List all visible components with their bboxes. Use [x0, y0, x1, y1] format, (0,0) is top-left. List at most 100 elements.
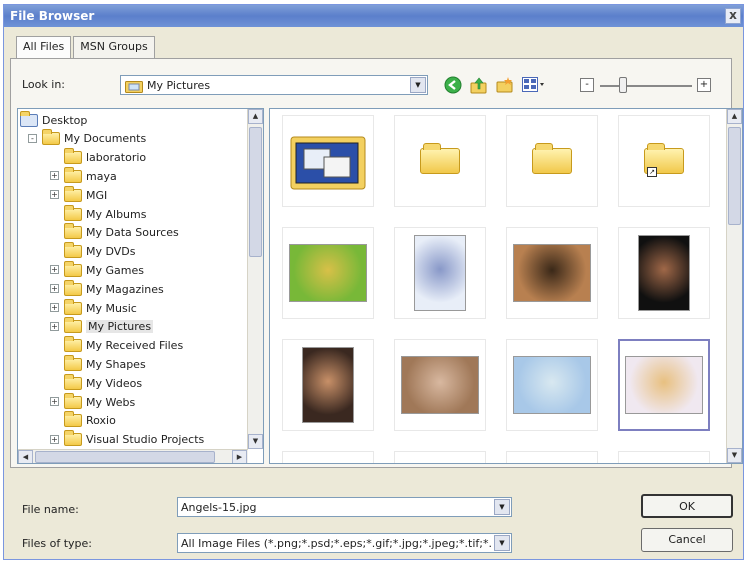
cancel-button[interactable]: Cancel [641, 528, 733, 552]
tree-item[interactable]: My Music [64, 298, 137, 317]
tree-item[interactable]: My Albums [64, 204, 147, 223]
thumbnail-grid[interactable]: ↗ ▲ ▼ [269, 108, 743, 464]
folder-icon [64, 166, 82, 183]
folder-icon [64, 392, 82, 409]
image-thumbnail[interactable] [394, 227, 486, 319]
tree-item[interactable]: My Webs [64, 392, 136, 411]
image-thumbnail[interactable] [506, 339, 598, 431]
image-thumbnail[interactable] [506, 451, 598, 463]
folder-icon [64, 373, 82, 390]
view-menu-icon[interactable] [520, 74, 548, 96]
tree-item-label: My Magazines [86, 282, 164, 296]
tree-expander-icon[interactable]: + [50, 171, 59, 181]
tree-expander-icon[interactable]: + [50, 321, 59, 331]
folder-thumbnail[interactable]: ↗ [618, 115, 710, 207]
tree-item[interactable]: My Videos [64, 373, 142, 392]
image-thumbnail[interactable] [618, 339, 710, 431]
scroll-down-icon[interactable]: ▼ [248, 434, 263, 449]
look-in-value: My Pictures [147, 79, 211, 92]
tree-item[interactable]: My Received Files [64, 336, 184, 355]
image-preview [289, 244, 367, 302]
file-name-label: File name: [22, 503, 79, 516]
tree-item-label: My Albums [86, 207, 147, 221]
pictures-folder-icon [290, 136, 366, 190]
scroll-thumb[interactable] [728, 127, 741, 225]
folder-thumbnail[interactable] [282, 115, 374, 207]
file-name-value: Angels-15.jpg [181, 501, 257, 514]
scroll-right-icon[interactable]: ▶ [232, 450, 247, 463]
tree-item-label: My Documents [64, 132, 147, 146]
tree-item[interactable]: MGI [64, 185, 107, 204]
tree-item[interactable]: maya [64, 166, 117, 185]
tree-item-label: My Webs [86, 395, 136, 409]
tab-msn-groups[interactable]: MSN Groups [73, 36, 155, 58]
tree-item[interactable]: Desktop [20, 110, 87, 129]
folder-tree[interactable]: Desktop - My Documents laboratorio + maya + MGI… [17, 108, 264, 464]
folder-thumbnail[interactable] [506, 115, 598, 207]
tree-item[interactable]: laboratorio [64, 148, 146, 167]
window-title: File Browser [10, 9, 95, 23]
close-button[interactable]: x [725, 8, 741, 24]
look-in-dropdown[interactable]: My Pictures ▼ [120, 75, 428, 95]
scroll-thumb[interactable] [35, 451, 215, 463]
folder-icon [64, 411, 82, 428]
zoom-in-button[interactable]: + [697, 78, 711, 92]
back-icon[interactable] [442, 74, 464, 96]
image-thumbnail[interactable] [394, 339, 486, 431]
tree-item[interactable]: My DVDs [64, 242, 136, 261]
tree-item[interactable]: My Shapes [64, 354, 146, 373]
file-type-select[interactable]: All Image Files (*.png;*.psd;*.eps;*.gif… [177, 533, 512, 553]
tree-item-label: My Received Files [86, 339, 184, 353]
image-thumbnail[interactable] [394, 451, 486, 463]
zoom-slider-thumb[interactable] [619, 77, 627, 93]
chevron-down-icon[interactable]: ▼ [494, 535, 510, 551]
new-folder-icon[interactable] [494, 74, 516, 96]
zoom-out-button[interactable]: - [580, 78, 594, 92]
tree-item[interactable]: My Games [64, 260, 144, 279]
tree-item-label: Roxio [86, 414, 116, 428]
image-thumbnail[interactable] [282, 451, 374, 463]
tree-expander-icon[interactable]: + [50, 303, 59, 312]
tree-item[interactable]: My Pictures [64, 317, 154, 336]
title-bar[interactable]: File Browser x [4, 5, 743, 27]
tree-item[interactable]: My Magazines [64, 279, 164, 298]
image-thumbnail[interactable] [282, 227, 374, 319]
tree-item-label: My Music [86, 301, 137, 315]
tree-expander-icon[interactable]: + [50, 397, 59, 406]
toolbar [442, 74, 552, 96]
image-thumbnail[interactable] [618, 227, 710, 319]
tree-expander-icon[interactable]: - [28, 133, 37, 143]
tree-item[interactable]: My Documents [42, 129, 147, 148]
desktop-icon [20, 110, 38, 127]
scroll-left-icon[interactable]: ◀ [18, 450, 33, 463]
folder-icon [64, 279, 82, 296]
image-thumbnail[interactable] [506, 227, 598, 319]
scroll-down-icon[interactable]: ▼ [727, 448, 742, 463]
tree-item[interactable]: Visual Studio Projects [64, 430, 204, 449]
tree-expander-icon[interactable]: + [50, 265, 59, 275]
folder-icon [64, 185, 82, 202]
tab-all-files[interactable]: All Files [16, 36, 72, 60]
folder-thumbnail[interactable] [394, 115, 486, 207]
file-name-input[interactable]: Angels-15.jpg ▼ [177, 497, 512, 517]
tree-expander-icon[interactable]: + [50, 190, 59, 200]
tree-expander-icon[interactable]: + [50, 284, 59, 294]
tree-item-label: My Pictures [86, 320, 154, 334]
tree-item[interactable]: My Data Sources [64, 223, 179, 242]
scroll-up-icon[interactable]: ▲ [727, 109, 742, 124]
up-folder-icon[interactable] [468, 74, 490, 96]
tree-expander-icon[interactable]: + [50, 434, 59, 444]
folder-icon [64, 336, 82, 353]
tree-item-label: My Shapes [86, 357, 146, 371]
chevron-down-icon[interactable]: ▼ [410, 77, 426, 93]
ok-button[interactable]: OK [641, 494, 733, 518]
scroll-thumb[interactable] [249, 127, 262, 257]
chevron-down-icon[interactable]: ▼ [494, 499, 510, 515]
image-thumbnail[interactable] [282, 339, 374, 431]
image-thumbnail[interactable] [618, 451, 710, 463]
scroll-up-icon[interactable]: ▲ [248, 109, 263, 124]
tree-item-label: My Games [86, 263, 144, 277]
file-type-label: Files of type: [22, 537, 93, 550]
zoom-slider-track[interactable] [600, 85, 692, 87]
tree-item[interactable]: Roxio [64, 411, 116, 430]
